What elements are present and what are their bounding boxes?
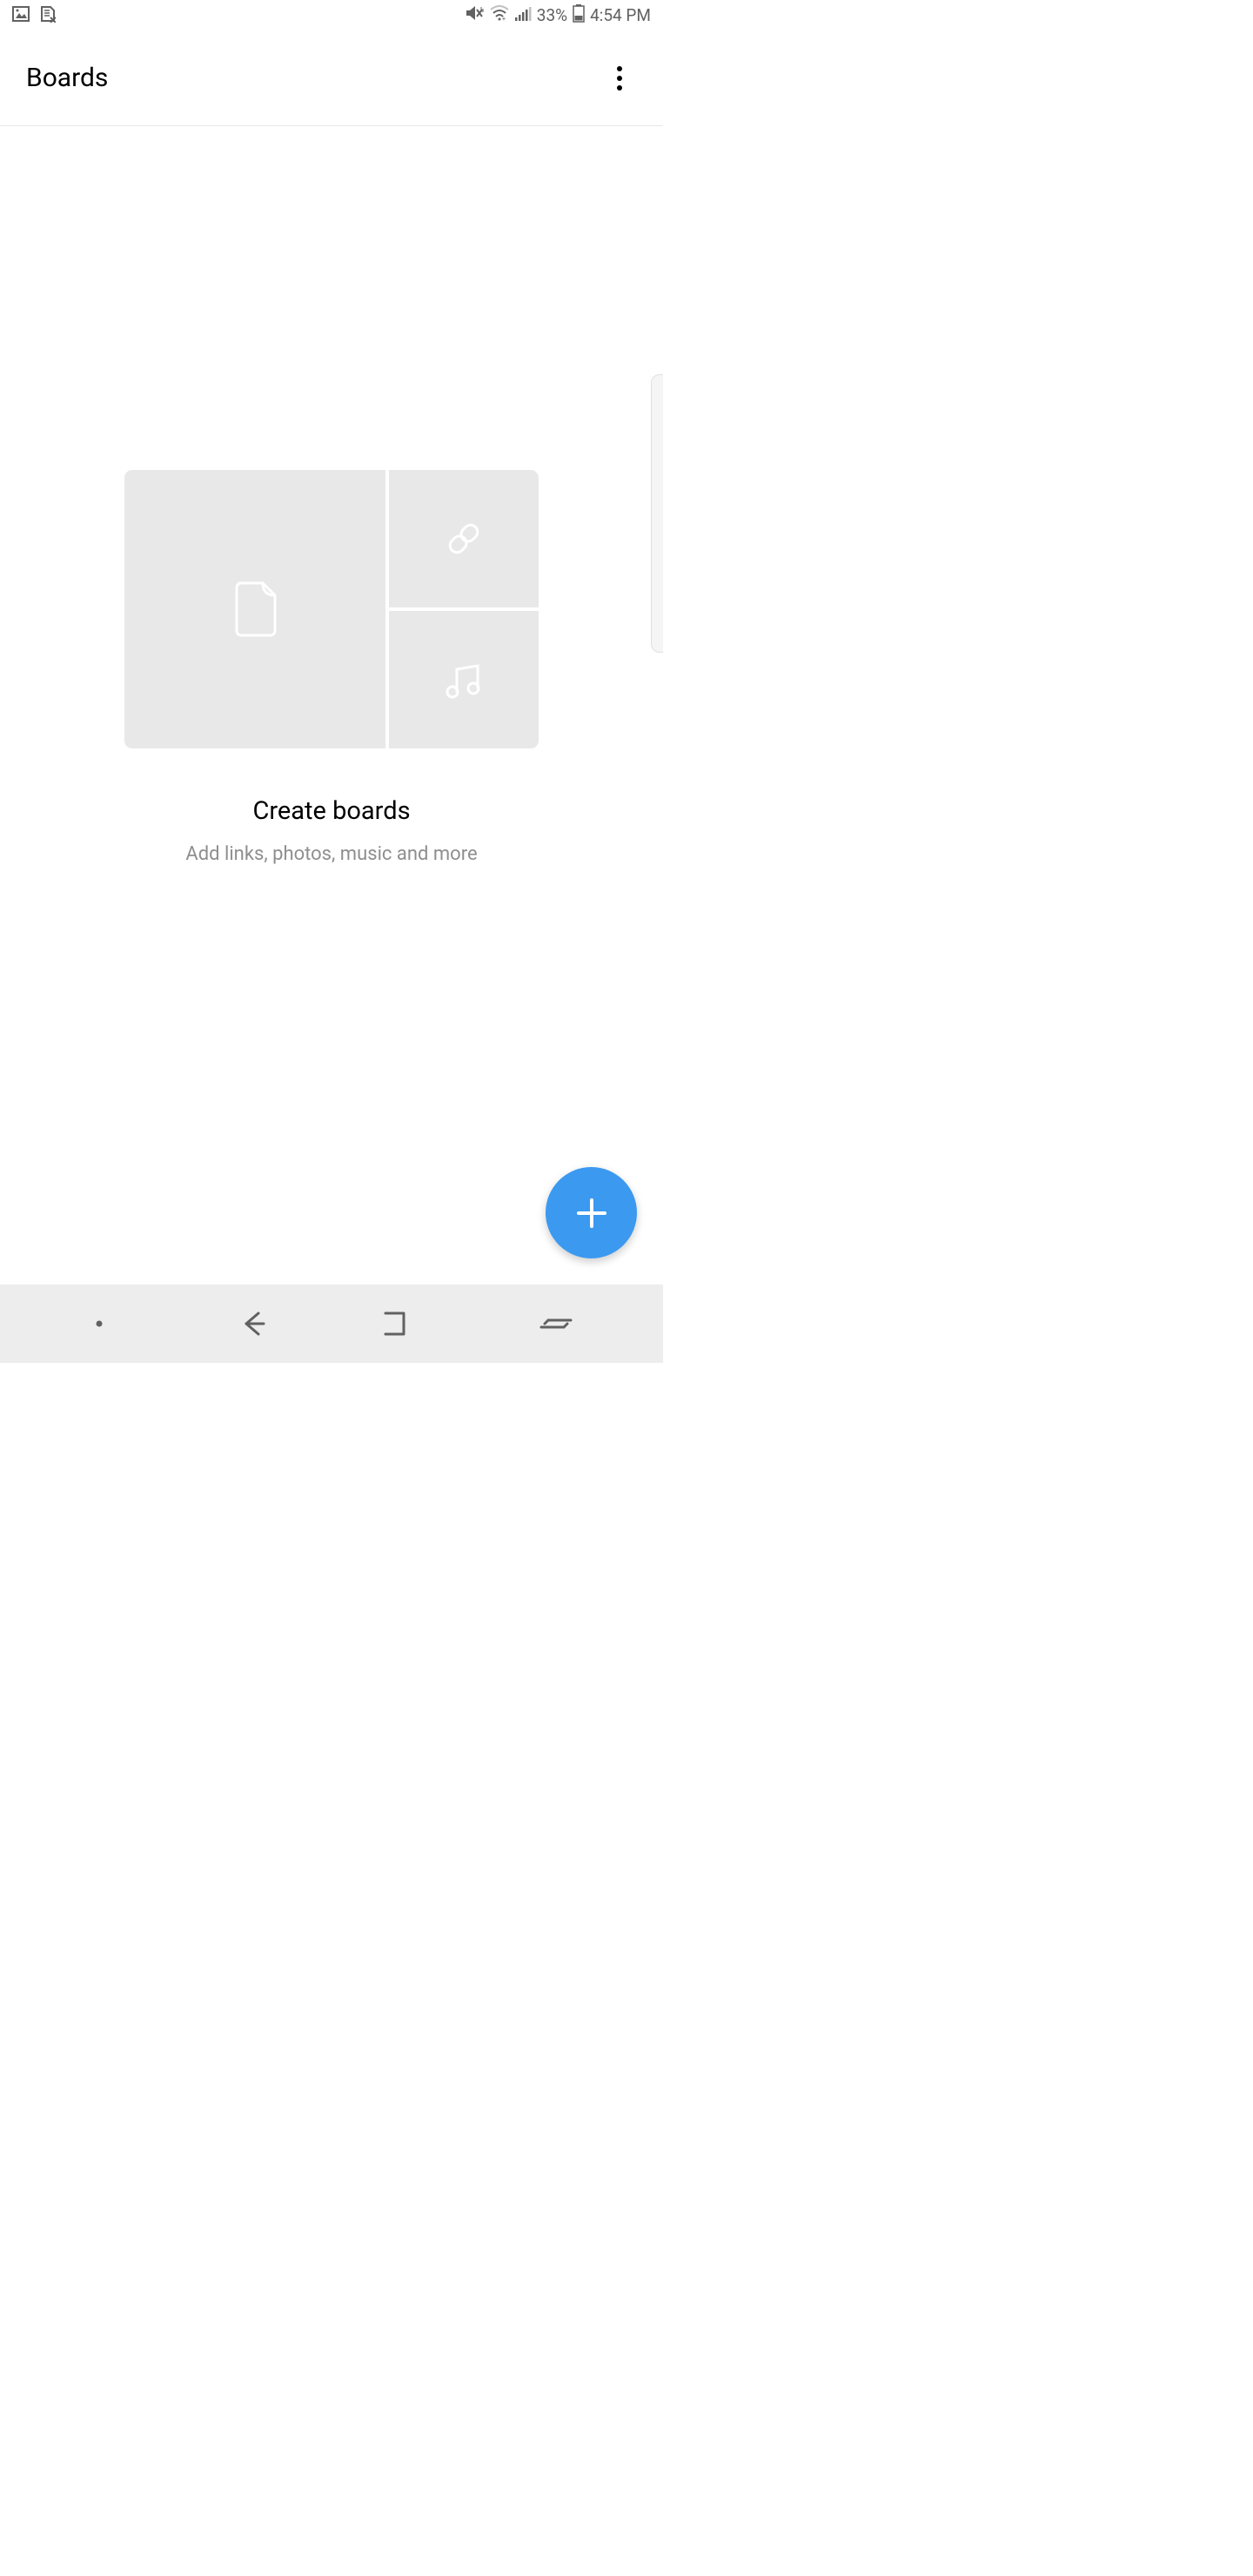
illustration-tile-link: [389, 470, 539, 607]
music-icon: [443, 659, 485, 701]
file-icon: [231, 580, 279, 639]
nav-recents-button[interactable]: [521, 1311, 591, 1336]
nav-home-button[interactable]: [381, 1309, 411, 1338]
home-icon: [381, 1309, 411, 1338]
time-label: 4:54 PM: [590, 5, 651, 25]
battery-percent: 33%: [537, 5, 567, 25]
plus-icon: [573, 1195, 610, 1231]
add-board-fab[interactable]: [546, 1167, 637, 1258]
empty-state-subtitle: Add links, photos, music and more: [185, 843, 477, 865]
status-bar: + 33% 4:54 PM: [0, 0, 663, 30]
app-bar: Boards: [0, 30, 663, 126]
more-button[interactable]: [602, 61, 637, 96]
link-icon: [442, 517, 486, 560]
illustration-right: [389, 470, 539, 748]
status-right: + 33% 4:54 PM: [466, 3, 651, 27]
nav-back-button[interactable]: [236, 1306, 271, 1341]
content-area: Create boards Add links, photos, music a…: [0, 126, 663, 1285]
illustration-tile-file: [124, 470, 385, 748]
status-left: [12, 5, 56, 26]
wifi-icon: +: [490, 5, 509, 25]
nav-dot-button[interactable]: [73, 1319, 125, 1328]
mute-icon: [466, 4, 485, 26]
picture-icon: [12, 6, 30, 25]
back-icon: [236, 1306, 271, 1341]
page-title: Boards: [26, 63, 108, 93]
navigation-bar: [0, 1285, 663, 1363]
empty-illustration: [124, 470, 539, 748]
recents-icon: [538, 1311, 574, 1336]
signal-icon: [514, 5, 532, 25]
sim-icon: [40, 5, 56, 26]
svg-text:+: +: [502, 16, 506, 21]
empty-state-title: Create boards: [252, 796, 410, 826]
illustration-tile-music: [389, 611, 539, 748]
more-vertical-icon: [616, 65, 623, 91]
battery-icon: [573, 3, 585, 27]
dot-icon: [95, 1319, 104, 1328]
